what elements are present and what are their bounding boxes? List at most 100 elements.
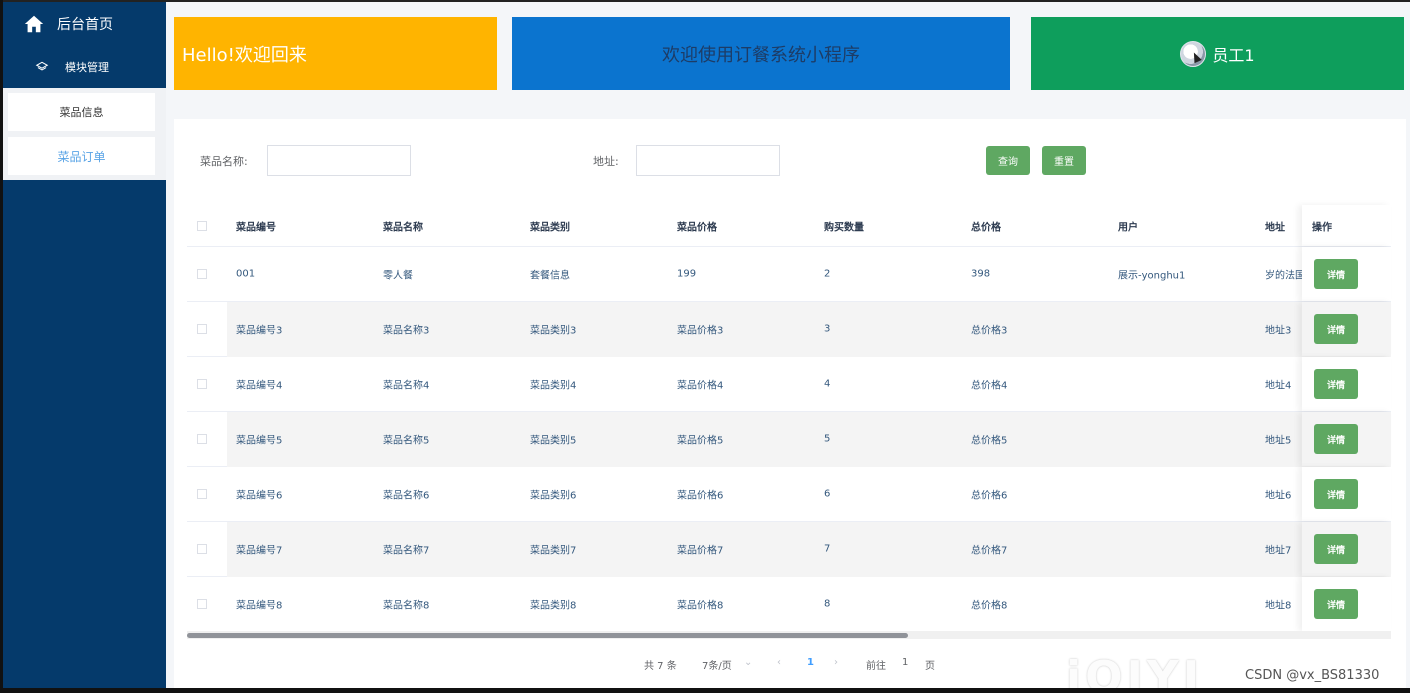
sidebar-submenu: 菜品信息 菜品订单 [3, 88, 166, 180]
row-checkbox[interactable] [197, 324, 207, 334]
table-row: 菜品编号4 菜品名称4 菜品类别4 菜品价格4 4 总价格4 地址4 详情 [187, 357, 1391, 412]
detail-button[interactable]: 详情 [1314, 534, 1358, 564]
op-cell: 详情 [1302, 247, 1391, 301]
scrollbar-thumb[interactable] [187, 633, 908, 638]
cell-address: 地址7 [1265, 545, 1292, 557]
system-title-card: 欢迎使用订餐系统小程序 [512, 17, 1010, 90]
window-top-edge [0, 0, 1410, 2]
cell-category: 菜品类别3 [530, 325, 577, 337]
cell-code: 菜品编号6 [236, 490, 283, 502]
cell-code: 菜品编号4 [236, 380, 283, 392]
select-all-checkbox[interactable] [197, 220, 207, 231]
table-row: 菜品编号7 菜品名称7 菜品类别7 菜品价格7 7 总价格7 地址7 详情 [187, 522, 1391, 577]
sidebar-home[interactable]: 后台首页 [3, 2, 166, 46]
cell-qty: 5 [824, 433, 831, 445]
op-cell: 详情 [1302, 577, 1391, 631]
cell-name: 菜品名称7 [383, 545, 430, 557]
detail-button[interactable]: 详情 [1314, 479, 1358, 509]
page-number-current[interactable]: 1 [807, 657, 814, 668]
cell-code: 菜品编号7 [236, 545, 283, 557]
table-header: 菜品编号 菜品名称 菜品类别 菜品价格 购买数量 总价格 用户 地址 操作 [187, 205, 1391, 247]
cell-code: 001 [236, 268, 256, 280]
col-header-code[interactable]: 菜品编号 [236, 218, 276, 233]
horizontal-scrollbar[interactable] [187, 631, 1391, 639]
cell-name: 菜品名称5 [383, 435, 430, 447]
cell-user: 展示-yonghu1 [1118, 270, 1186, 282]
cell-total: 总价格7 [971, 545, 1008, 557]
goto-label: 前往 [866, 661, 886, 672]
cell-qty: 8 [824, 598, 831, 610]
cell-name: 零人餐 [383, 270, 413, 282]
cell-qty: 7 [824, 543, 831, 555]
home-icon [24, 15, 44, 33]
row-checkbox[interactable] [197, 489, 207, 499]
cell-category: 菜品类别8 [530, 600, 577, 612]
orders-table: 菜品编号 菜品名称 菜品类别 菜品价格 购买数量 总价格 用户 地址 操作 00… [187, 205, 1391, 632]
cell-name: 菜品名称8 [383, 600, 430, 612]
cell-category: 菜品类别6 [530, 490, 577, 502]
greeting-text: Hello!欢迎回来 [182, 44, 307, 66]
detail-button[interactable]: 详情 [1314, 369, 1358, 399]
table-row: 菜品编号5 菜品名称5 菜品类别5 菜品价格5 5 总价格5 地址5 详情 [187, 412, 1391, 467]
row-checkbox[interactable] [197, 379, 207, 389]
sidebar: 后台首页 模块管理 菜品信息 菜品订单 [3, 2, 166, 688]
col-header-user[interactable]: 用户 [1118, 218, 1138, 233]
system-title: 欢迎使用订餐系统小程序 [662, 44, 860, 66]
row-checkbox[interactable] [197, 599, 207, 609]
prev-page-button[interactable]: ‹ [777, 657, 781, 668]
cell-category: 套餐信息 [530, 270, 570, 282]
dish-name-label: 菜品名称: [200, 155, 248, 168]
cell-code: 菜品编号8 [236, 600, 283, 612]
main-panel: 菜品名称: 地址: 查询 重置 菜品编号 菜品名称 菜品类别 菜品价格 购买数量… [174, 119, 1406, 688]
cell-name: 菜品名称6 [383, 490, 430, 502]
col-header-price[interactable]: 菜品价格 [677, 218, 717, 233]
address-input[interactable] [636, 145, 780, 176]
user-card[interactable]: 员工1 [1031, 17, 1404, 90]
row-checkbox[interactable] [197, 434, 207, 444]
watermark-text: CSDN @vx_BS81330 [1245, 668, 1380, 683]
col-header-category[interactable]: 菜品类别 [530, 218, 570, 233]
row-checkbox[interactable] [197, 269, 207, 279]
detail-button[interactable]: 详情 [1314, 589, 1358, 619]
cell-category: 菜品类别5 [530, 435, 577, 447]
cell-total: 总价格8 [971, 600, 1008, 612]
cell-qty: 2 [824, 268, 831, 280]
op-cell: 详情 [1302, 302, 1391, 356]
goto-page-input[interactable]: 1 [902, 657, 908, 668]
col-header-qty[interactable]: 购买数量 [824, 218, 864, 233]
cell-price: 菜品价格3 [677, 325, 724, 337]
detail-button[interactable]: 详情 [1314, 259, 1358, 289]
row-checkbox[interactable] [197, 544, 207, 554]
table-row: 001 零人餐 套餐信息 199 2 398 展示-yonghu1 岁的法国 详… [187, 247, 1391, 302]
search-form: 菜品名称: 地址: 查询 重置 [174, 145, 1406, 177]
cell-address: 地址4 [1265, 380, 1292, 392]
avatar-icon[interactable] [1180, 40, 1207, 67]
sidebar-item-dish-orders[interactable]: 菜品订单 [8, 137, 155, 175]
detail-button[interactable]: 详情 [1314, 314, 1358, 344]
chevron-down-icon[interactable]: ⌄ [744, 657, 752, 668]
cell-address: 地址3 [1265, 325, 1292, 337]
pagination-total: 共 7 条 [644, 661, 677, 672]
detail-button[interactable]: 详情 [1314, 424, 1358, 454]
cell-name: 菜品名称4 [383, 380, 430, 392]
op-cell: 详情 [1302, 522, 1391, 576]
cell-total: 总价格5 [971, 435, 1008, 447]
watermark-logo: iQIYI [1066, 652, 1204, 693]
col-header-name[interactable]: 菜品名称 [383, 218, 423, 233]
cell-name: 菜品名称3 [383, 325, 430, 337]
layers-icon [35, 61, 49, 71]
cell-qty: 3 [824, 323, 831, 335]
dish-name-input[interactable] [267, 145, 411, 176]
query-button[interactable]: 查询 [986, 146, 1030, 175]
cell-address: 地址6 [1265, 490, 1292, 502]
sidebar-module-menu[interactable]: 模块管理 [3, 46, 166, 88]
next-page-button[interactable]: › [834, 657, 838, 668]
sidebar-item-dish-info[interactable]: 菜品信息 [8, 93, 155, 131]
col-header-total[interactable]: 总价格 [971, 218, 1001, 233]
page-size-select[interactable]: 7条/页 [702, 657, 732, 672]
op-cell: 详情 [1302, 467, 1391, 521]
reset-button[interactable]: 重置 [1042, 146, 1086, 175]
op-column-header: 操作 [1302, 205, 1391, 246]
page-unit-label: 页 [925, 661, 935, 672]
col-header-address[interactable]: 地址 [1265, 218, 1305, 233]
